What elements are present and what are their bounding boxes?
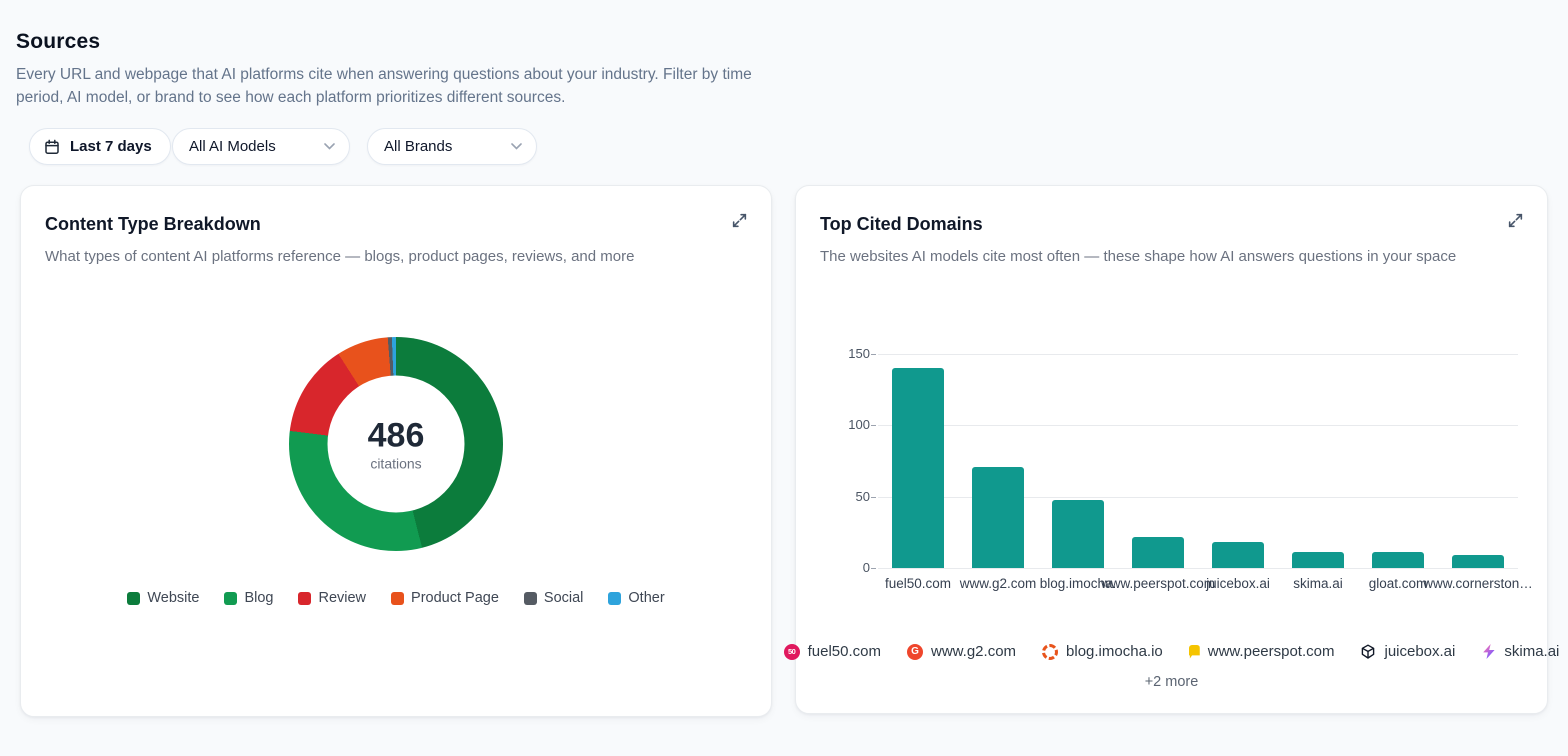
expand-icon[interactable] (729, 210, 749, 230)
domain-chip-label: blog.imocha.io (1066, 643, 1163, 660)
card-title: Content Type Breakdown (45, 214, 261, 235)
legend-item-social: Social (524, 590, 584, 606)
bar-www-g2-com[interactable] (972, 467, 1024, 568)
ai-model-select[interactable]: All AI Models (172, 128, 350, 165)
peerspot-favicon-icon (1189, 645, 1200, 659)
bar-skima-ai[interactable] (1292, 552, 1344, 568)
y-tick-mark (871, 425, 876, 426)
x-tick-label: fuel50.com (885, 576, 951, 591)
skima-favicon-icon (1481, 644, 1496, 659)
ai-model-value: All AI Models (189, 138, 276, 155)
bar-gloat-com[interactable] (1372, 552, 1424, 568)
top-domains-bar-chart: 050100150fuel50.comwww.g2.comblog.imocha… (836, 354, 1526, 604)
citations-total: 486 (368, 417, 425, 453)
card-title: Top Cited Domains (820, 214, 983, 235)
bar-www-cornerston[interactable] (1452, 555, 1504, 568)
top-cited-domains-card: Top Cited Domains The websites AI models… (795, 185, 1548, 714)
legend-label: Blog (244, 590, 273, 606)
domain-chip-fuel50-com[interactable]: 50 fuel50.com (784, 643, 881, 660)
brand-select[interactable]: All Brands (367, 128, 537, 165)
chevron-down-icon (324, 143, 335, 150)
domain-chip-row: 50fuel50.comGwww.g2.comblog.imocha.iowww… (796, 643, 1547, 660)
page-description: Every URL and webpage that AI platforms … (16, 63, 761, 109)
x-tick-label: skima.ai (1293, 576, 1343, 591)
legend-item-blog: Blog (224, 590, 273, 606)
x-tick-label: www.cornerston… (1423, 576, 1533, 591)
y-tick-label: 100 (836, 417, 870, 432)
brand-value: All Brands (384, 138, 452, 155)
gridline (878, 354, 1518, 355)
juicebox-favicon-icon (1360, 644, 1376, 660)
bar-plot: 050100150fuel50.comwww.g2.comblog.imocha… (878, 354, 1518, 568)
x-tick-label: www.g2.com (960, 576, 1037, 591)
legend-swatch (127, 592, 140, 605)
date-range-label: Last 7 days (70, 138, 152, 155)
content-type-legend: Website Blog Review Product Page Social Other (21, 590, 771, 606)
legend-label: Website (147, 590, 199, 606)
legend-item-website: Website (127, 590, 199, 606)
bar-blog-imocha[interactable] (1052, 500, 1104, 568)
legend-swatch (608, 592, 621, 605)
page-title: Sources (16, 30, 100, 54)
legend-label: Review (318, 590, 366, 606)
domain-chip-juicebox-ai[interactable]: juicebox.ai (1360, 643, 1455, 660)
card-description: The websites AI models cite most often —… (820, 246, 1491, 268)
y-tick-label: 50 (836, 489, 870, 504)
bar-www-peerspot-com[interactable] (1132, 537, 1184, 568)
domain-chip-label: www.g2.com (931, 643, 1016, 660)
donut-center: 486 citations (328, 376, 465, 513)
y-tick-label: 150 (836, 346, 870, 361)
y-tick-mark (871, 497, 876, 498)
domain-chip-label: skima.ai (1504, 643, 1559, 660)
legend-swatch (224, 592, 237, 605)
legend-label: Other (628, 590, 664, 606)
domain-chip-www-g2-com[interactable]: Gwww.g2.com (907, 643, 1016, 660)
legend-item-other: Other (608, 590, 664, 606)
content-type-donut-chart: 486 citations (289, 337, 503, 551)
legend-label: Social (544, 590, 584, 606)
more-domains-link[interactable]: +2 more (796, 674, 1547, 690)
legend-item-review: Review (298, 590, 366, 606)
domain-chip-blog-imocha-io[interactable]: blog.imocha.io (1042, 643, 1163, 660)
legend-swatch (391, 592, 404, 605)
content-type-breakdown-card: Content Type Breakdown What types of con… (20, 185, 772, 717)
citations-label: citations (370, 455, 421, 471)
expand-icon[interactable] (1505, 210, 1525, 230)
domain-chip-label: juicebox.ai (1384, 643, 1455, 660)
domain-chip-label: www.peerspot.com (1208, 643, 1335, 660)
bar-fuel50-com[interactable] (892, 368, 944, 568)
legend-swatch (298, 592, 311, 605)
date-range-button[interactable]: Last 7 days (29, 128, 171, 165)
chevron-down-icon (511, 143, 522, 150)
gridline (878, 568, 1518, 569)
calendar-icon (44, 139, 60, 155)
bar-juicebox-ai[interactable] (1212, 542, 1264, 568)
imocha-favicon-icon (1042, 644, 1058, 660)
y-tick-mark (871, 568, 876, 569)
domain-chip-www-peerspot-com[interactable]: www.peerspot.com (1189, 643, 1335, 660)
gridline (878, 425, 1518, 426)
y-tick-mark (871, 354, 876, 355)
domain-chip-label: fuel50.com (808, 643, 881, 660)
y-tick-label: 0 (836, 560, 870, 575)
domain-chip-skima-ai[interactable]: skima.ai (1481, 643, 1559, 660)
x-tick-label: www.peerspot.com (1101, 576, 1215, 591)
g2-favicon-icon: G (907, 644, 923, 660)
fuel50-favicon-icon: 50 (784, 644, 800, 660)
card-description: What types of content AI platforms refer… (45, 246, 715, 268)
legend-swatch (524, 592, 537, 605)
x-tick-label: juicebox.ai (1206, 576, 1270, 591)
x-tick-label: gloat.com (1369, 576, 1428, 591)
legend-label: Product Page (411, 590, 499, 606)
legend-item-product-page: Product Page (391, 590, 499, 606)
